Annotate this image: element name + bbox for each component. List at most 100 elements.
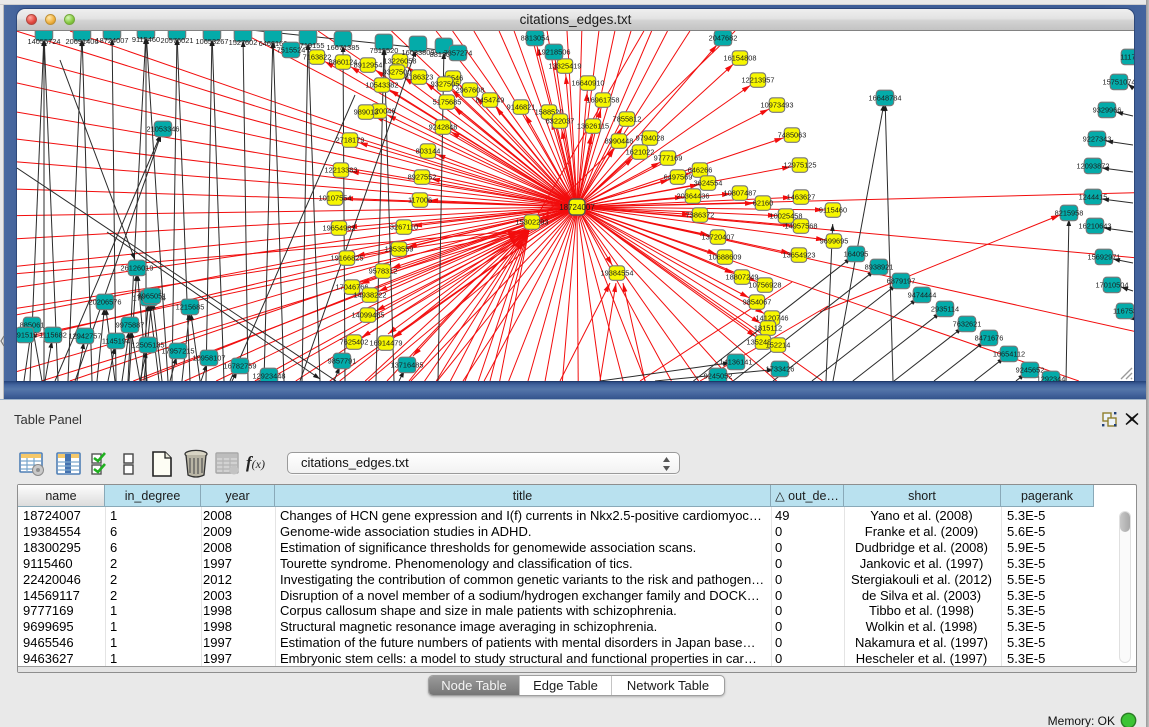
svg-text:18724007: 18724007 bbox=[96, 36, 129, 45]
svg-text:12093872: 12093872 bbox=[1077, 161, 1110, 170]
svg-text:16154808: 16154808 bbox=[724, 54, 757, 63]
svg-text:14957568: 14957568 bbox=[785, 222, 818, 231]
svg-text:16648784: 16648784 bbox=[869, 93, 902, 102]
svg-text:8186323: 8186323 bbox=[405, 73, 434, 82]
svg-text:8454749: 8454749 bbox=[476, 96, 505, 105]
svg-text:646266: 646266 bbox=[688, 166, 713, 175]
svg-text:8813054: 8813054 bbox=[521, 33, 550, 42]
svg-text:10654112: 10654112 bbox=[993, 349, 1025, 358]
svg-text:7515520: 7515520 bbox=[370, 46, 399, 55]
svg-text:9857791: 9857791 bbox=[328, 356, 357, 365]
svg-text:7515524: 7515524 bbox=[277, 45, 306, 54]
svg-text:17010504: 17010504 bbox=[1096, 280, 1129, 289]
svg-text:5175685: 5175685 bbox=[433, 98, 462, 107]
svg-text:16782759: 16782759 bbox=[224, 361, 257, 370]
svg-text:16640910: 16640910 bbox=[572, 79, 605, 88]
svg-text:20691406: 20691406 bbox=[66, 37, 99, 46]
svg-text:16961758: 16961758 bbox=[587, 96, 620, 105]
svg-text:12213957: 12213957 bbox=[742, 76, 775, 85]
svg-text:7632621: 7632621 bbox=[953, 319, 982, 328]
svg-text:803144: 803144 bbox=[416, 147, 441, 156]
svg-text:3267110: 3267110 bbox=[390, 223, 418, 232]
svg-text:1145194: 1145194 bbox=[102, 336, 130, 345]
svg-text:7625402: 7625402 bbox=[340, 338, 369, 347]
svg-text:10958107: 10958107 bbox=[193, 353, 226, 362]
svg-text:9242848: 9242848 bbox=[429, 123, 458, 132]
svg-text:1527602: 1527602 bbox=[229, 38, 258, 47]
svg-text:20206576: 20206576 bbox=[89, 297, 122, 306]
svg-text:17957215: 17957215 bbox=[162, 346, 195, 355]
svg-text:1621022: 1621022 bbox=[626, 148, 655, 157]
svg-text:1215685: 1215685 bbox=[176, 302, 205, 311]
svg-text:2967608: 2967608 bbox=[456, 86, 485, 95]
svg-text:9474444: 9474444 bbox=[908, 290, 937, 299]
svg-text:8965051: 8965051 bbox=[138, 291, 167, 300]
svg-text:62160: 62160 bbox=[753, 199, 774, 208]
svg-text:1733426: 1733426 bbox=[766, 364, 795, 373]
svg-text:14055724: 14055724 bbox=[28, 37, 61, 46]
svg-text:19218506: 19218506 bbox=[538, 47, 571, 56]
svg-text:15302293: 15302293 bbox=[516, 218, 549, 227]
svg-text:9699695: 9699695 bbox=[820, 237, 849, 246]
svg-text:18724007: 18724007 bbox=[559, 203, 595, 212]
svg-text:16671385: 16671385 bbox=[327, 43, 360, 52]
svg-text:20576021: 20576021 bbox=[161, 36, 194, 45]
svg-text:15751074: 15751074 bbox=[1103, 77, 1134, 86]
svg-text:7357274: 7357274 bbox=[444, 48, 473, 57]
svg-text:12213383: 12213383 bbox=[325, 166, 358, 175]
svg-text:10107554: 10107554 bbox=[319, 194, 352, 203]
svg-text:7855812: 7855812 bbox=[613, 115, 642, 124]
svg-text:1115682: 1115682 bbox=[39, 330, 67, 339]
svg-text:7163822: 7163822 bbox=[303, 53, 332, 62]
svg-text:9146821: 9146821 bbox=[507, 103, 536, 112]
svg-text:117006: 117006 bbox=[408, 196, 432, 205]
svg-text:8471676: 8471676 bbox=[975, 333, 1004, 342]
svg-text:12505135: 12505135 bbox=[132, 340, 165, 349]
svg-text:1815112: 1815112 bbox=[754, 324, 782, 333]
svg-text:9115460: 9115460 bbox=[132, 35, 160, 44]
svg-text:14099485: 14099485 bbox=[352, 311, 385, 320]
svg-text:19166825: 19166825 bbox=[331, 254, 364, 263]
svg-text:19384554: 19384554 bbox=[601, 269, 634, 278]
svg-text:12942757: 12942757 bbox=[69, 331, 102, 340]
svg-text:3624554: 3624554 bbox=[694, 179, 723, 188]
svg-text:12923448: 12923448 bbox=[253, 371, 286, 380]
svg-text:1353559: 1353559 bbox=[385, 245, 414, 254]
svg-text:13325419: 13325419 bbox=[549, 62, 582, 71]
svg-text:9578312: 9578312 bbox=[369, 267, 398, 276]
svg-text:1292344: 1292344 bbox=[1037, 374, 1066, 381]
svg-text:10973493: 10973493 bbox=[761, 101, 794, 110]
svg-text:2935114: 2935114 bbox=[931, 304, 959, 313]
svg-text:116753: 116753 bbox=[1113, 306, 1134, 315]
svg-text:2718179: 2718179 bbox=[336, 136, 365, 145]
svg-text:6879197: 6879197 bbox=[887, 276, 916, 285]
svg-text:13716485: 13716485 bbox=[391, 360, 424, 369]
svg-text:15692971: 15692971 bbox=[1088, 252, 1121, 261]
svg-text:10688609: 10688609 bbox=[709, 253, 742, 262]
svg-text:9854067: 9854067 bbox=[743, 298, 772, 307]
svg-text:6322037: 6322037 bbox=[546, 117, 575, 126]
svg-text:9329966: 9329966 bbox=[1093, 105, 1122, 114]
svg-text:13226058: 13226058 bbox=[384, 57, 417, 66]
svg-text:9245652: 9245652 bbox=[1016, 365, 1045, 374]
svg-text:8927552: 8927552 bbox=[408, 173, 437, 182]
svg-text:10756928: 10756928 bbox=[749, 281, 782, 290]
svg-text:16914479: 16914479 bbox=[370, 339, 403, 348]
svg-text:7386372: 7386372 bbox=[686, 211, 715, 220]
svg-text:13720407: 13720407 bbox=[702, 233, 735, 242]
svg-text:8215958: 8215958 bbox=[1055, 208, 1084, 217]
svg-text:14136141: 14136141 bbox=[720, 357, 753, 366]
svg-text:21053346: 21053346 bbox=[147, 124, 180, 133]
svg-text:8990448: 8990448 bbox=[605, 137, 634, 146]
svg-text:9777169: 9777169 bbox=[654, 154, 683, 163]
svg-text:7485063: 7485063 bbox=[778, 131, 807, 140]
svg-text:10807487: 10807487 bbox=[724, 189, 757, 198]
svg-text:19654983: 19654983 bbox=[323, 224, 356, 233]
svg-text:20364436: 20364436 bbox=[677, 192, 710, 201]
svg-text:26126019: 26126019 bbox=[121, 263, 154, 272]
svg-text:13654923: 13654923 bbox=[783, 251, 816, 260]
svg-text:9227343: 9227343 bbox=[1083, 134, 1112, 143]
svg-text:2047682: 2047682 bbox=[709, 33, 738, 42]
svg-text:164095: 164095 bbox=[844, 249, 869, 258]
svg-text:391519: 391519 bbox=[17, 330, 37, 339]
